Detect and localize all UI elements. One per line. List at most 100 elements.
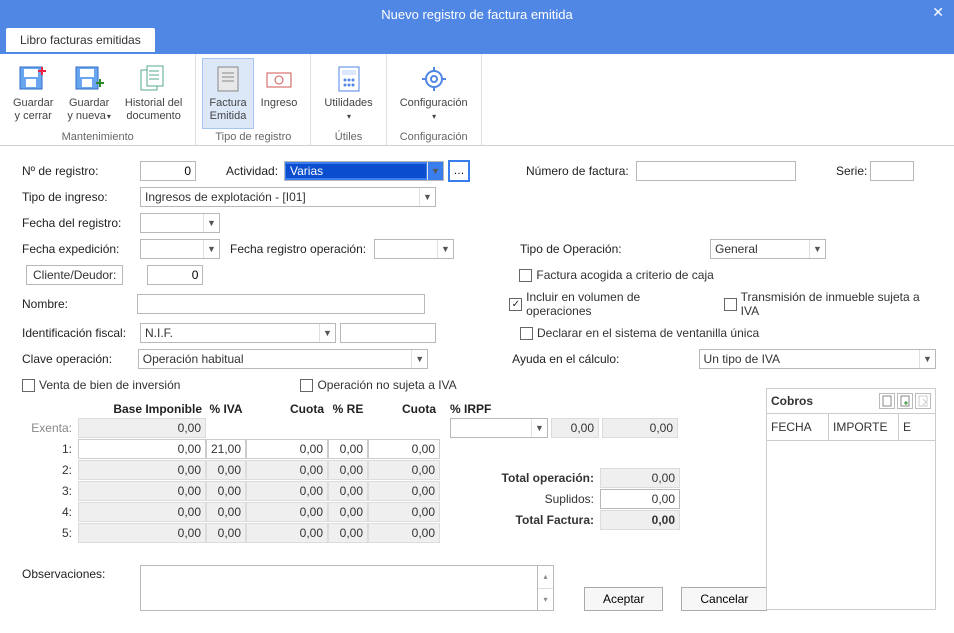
tax-cuota[interactable]: 0,00 <box>246 502 328 522</box>
hdr-irpf: % IRPF <box>450 402 504 416</box>
tax-re[interactable]: 0,00 <box>328 502 368 522</box>
actividad-combo[interactable]: Varias ▼ <box>284 161 444 181</box>
checkbox-icon <box>22 379 35 392</box>
historial-button[interactable]: Historial del documento <box>118 58 189 129</box>
chevron-down-icon[interactable]: ▼ <box>419 188 435 206</box>
guardar-cerrar-button[interactable]: Guardar y cerrar <box>6 58 60 129</box>
tax-base[interactable]: 0,00 <box>78 523 206 543</box>
tax-cuota[interactable]: 0,00 <box>246 439 328 459</box>
tax-iva[interactable]: 0,00 <box>206 460 246 480</box>
chevron-down-icon[interactable]: ▼ <box>531 419 547 437</box>
tax-cuota[interactable]: 0,00 <box>246 460 328 480</box>
tax-base[interactable]: 0,00 <box>78 481 206 501</box>
chk-volumen[interactable]: ✓ Incluir en volumen de operaciones <box>509 290 704 318</box>
checkbox-icon: ✓ <box>509 298 522 311</box>
ribbon: Guardar y cerrar Guardar y nueva▾ Histor… <box>0 54 954 146</box>
suplidos-label: Suplidos: <box>480 492 600 506</box>
aceptar-button[interactable]: Aceptar <box>584 587 663 611</box>
chevron-down-icon[interactable]: ▼ <box>203 240 219 258</box>
fecha-registro-input[interactable]: ▼ <box>140 213 220 233</box>
cobros-col-importe[interactable]: IMPORTE <box>829 414 899 440</box>
cobros-col-fecha[interactable]: FECHA <box>767 414 829 440</box>
tipo-operacion-combo[interactable]: General ▼ <box>710 239 826 259</box>
hdr-base: Base Imponible <box>78 402 206 416</box>
guardar-nueva-button[interactable]: Guardar y nueva▾ <box>60 58 118 129</box>
tax-re[interactable]: 0,00 <box>328 439 368 459</box>
tax-iva[interactable]: 21,00 <box>206 439 246 459</box>
serie-input[interactable] <box>870 161 914 181</box>
tax-cuota2[interactable]: 0,00 <box>368 460 440 480</box>
tax-re[interactable]: 0,00 <box>328 460 368 480</box>
close-icon[interactable]: ✕ <box>932 4 944 21</box>
fecha-exped-input[interactable]: ▼ <box>140 239 220 259</box>
suplidos-input[interactable]: 0,00 <box>600 489 680 509</box>
cancelar-button[interactable]: Cancelar <box>681 587 767 611</box>
configuracion-button[interactable]: Configuración▾ <box>393 58 475 129</box>
chevron-down-icon[interactable]: ▼ <box>427 162 443 180</box>
tax-base[interactable]: 0,00 <box>78 460 206 480</box>
numero-factura-input[interactable] <box>636 161 796 181</box>
hdr-re: % RE <box>328 402 368 416</box>
ribbon-label: Factura Emitida <box>209 97 246 122</box>
tax-cuota[interactable]: 0,00 <box>246 523 328 543</box>
doc-new-icon[interactable] <box>879 393 895 409</box>
tax-base[interactable]: 0,00 <box>78 502 206 522</box>
serie-label: Serie: <box>836 164 870 178</box>
chevron-down-icon[interactable]: ▼ <box>319 324 335 342</box>
chevron-down-icon[interactable]: ▼ <box>203 214 219 232</box>
tax-base[interactable]: 0,00 <box>78 439 206 459</box>
n-registro-input[interactable] <box>140 161 196 181</box>
chevron-down-icon[interactable]: ▼ <box>809 240 825 258</box>
scroll-down-icon[interactable]: ▾ <box>538 589 553 611</box>
scroll-up-icon[interactable]: ▴ <box>538 566 553 589</box>
fecha-reg-op-label: Fecha registro operación: <box>230 242 374 256</box>
checkbox-icon <box>520 327 533 340</box>
exenta-base[interactable]: 0,00 <box>78 418 206 438</box>
tax-cuota2[interactable]: 0,00 <box>368 439 440 459</box>
idfiscal-num-input[interactable] <box>340 323 436 343</box>
factura-emitida-button[interactable]: Factura Emitida <box>202 58 253 129</box>
ayuda-calc-combo[interactable]: Un tipo de IVA ▼ <box>699 349 936 369</box>
irpf-cuota[interactable]: 0,00 <box>602 418 678 438</box>
ribbon-group-mantenimiento: Guardar y cerrar Guardar y nueva▾ Histor… <box>0 54 196 145</box>
tax-cuota2[interactable]: 0,00 <box>368 502 440 522</box>
cliente-deudor-button[interactable]: Cliente/Deudor: <box>26 265 123 285</box>
cobros-col-e[interactable]: E <box>899 414 935 440</box>
exenta-label: Exenta: <box>22 421 78 435</box>
tax-re[interactable]: 0,00 <box>328 481 368 501</box>
doc-add-icon[interactable] <box>897 393 913 409</box>
nombre-input[interactable] <box>137 294 426 314</box>
idfiscal-combo[interactable]: N.I.F. ▼ <box>140 323 336 343</box>
chevron-down-icon[interactable]: ▼ <box>411 350 427 368</box>
chk-op-no-sujeta[interactable]: Operación no sujeta a IVA <box>300 378 456 392</box>
cliente-input[interactable] <box>147 265 203 285</box>
irpf-combo[interactable]: ▼ <box>450 418 548 438</box>
fecha-reg-op-input[interactable]: ▼ <box>374 239 454 259</box>
clave-op-combo[interactable]: Operación habitual ▼ <box>138 349 428 369</box>
obs-scrollbar[interactable]: ▴ ▾ <box>538 565 554 611</box>
tax-re[interactable]: 0,00 <box>328 523 368 543</box>
tax-iva[interactable]: 0,00 <box>206 502 246 522</box>
obs-textarea[interactable] <box>140 565 538 611</box>
chk-transmision[interactable]: Transmisión de inmueble sujeta a IVA <box>724 290 936 318</box>
tipo-ingreso-combo[interactable]: Ingresos de explotación - [I01] ▼ <box>140 187 436 207</box>
chk-venta-inversion[interactable]: Venta de bien de inversión <box>22 378 180 392</box>
tax-cuota2[interactable]: 0,00 <box>368 481 440 501</box>
ingreso-button[interactable]: Ingreso <box>254 58 305 129</box>
chk-ventanilla[interactable]: Declarar en el sistema de ventanilla úni… <box>520 326 759 340</box>
tax-cuota2[interactable]: 0,00 <box>368 523 440 543</box>
tab-libro-emitidas[interactable]: Libro facturas emitidas <box>6 28 155 52</box>
tax-row-num: 1: <box>22 442 78 456</box>
chevron-down-icon[interactable]: ▼ <box>437 240 453 258</box>
utilidades-button[interactable]: Utilidades▾ <box>317 58 379 129</box>
actividad-lookup-button[interactable]: … <box>448 160 470 182</box>
irpf-pct[interactable]: 0,00 <box>551 418 599 438</box>
tax-cuota[interactable]: 0,00 <box>246 481 328 501</box>
tax-iva[interactable]: 0,00 <box>206 523 246 543</box>
doc-next-icon[interactable] <box>915 393 931 409</box>
chevron-down-icon[interactable]: ▼ <box>919 350 935 368</box>
checkbox-icon <box>724 298 737 311</box>
chk-factura-caja[interactable]: Factura acogida a criterio de caja <box>519 268 713 282</box>
idfiscal-label: Identificación fiscal: <box>22 326 140 340</box>
tax-iva[interactable]: 0,00 <box>206 481 246 501</box>
